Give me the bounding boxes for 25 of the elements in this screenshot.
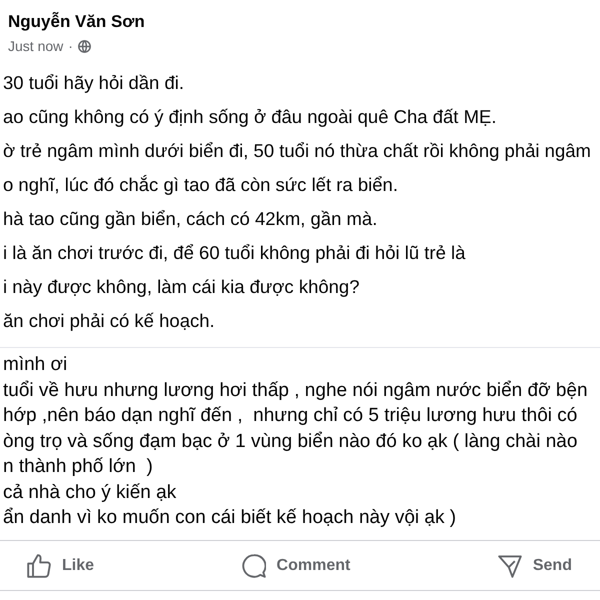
timestamp[interactable]: Just now xyxy=(8,36,64,56)
quoted-text-line: n thành phố lớn ) xyxy=(3,455,153,479)
globe-icon xyxy=(78,40,91,52)
post-text-line: ao cũng không có ý định sống ở đâu ngoài quê Cha đất MẸ. xyxy=(3,105,496,129)
author-name[interactable]: Nguyễn Văn Sơn xyxy=(8,10,145,34)
post-text-line: o nghĩ, lúc đó chắc gì tao đã còn sức lết ra biển. xyxy=(3,173,398,197)
comment-button[interactable]: Comment xyxy=(242,554,350,578)
post-text-line: i là ăn chơi trước đi, để 60 tuổi không phải đi hỏi lũ trẻ là xyxy=(3,241,466,265)
post-text-line: ờ trẻ ngâm mình dưới biển đi, 50 tuổi nó thừa chất rồi không phải ngâm xyxy=(3,139,591,163)
post-text-line: hà tao cũng gần biển, cách có 42km, gần mà. xyxy=(3,207,378,231)
quoted-text-line: mình ơi xyxy=(3,353,68,377)
quoted-text-line: hớp ,nên báo dạn nghĩ đến , nhưng chỉ có 5 triệu lương hưu thôi có xyxy=(3,404,578,428)
send-icon xyxy=(498,554,522,578)
quoted-text-line: ẩn danh vì ko muốn con cái biết kế hoạch này vội ạk ) xyxy=(3,506,456,530)
quoted-text-line: tuổi về hưu nhưng lương hơi thấp , nghe nói ngâm nước biển đỡ bện xyxy=(3,378,588,402)
dot-separator: · xyxy=(68,37,73,56)
send-button[interactable]: Send xyxy=(498,554,572,578)
like-button[interactable]: Like xyxy=(27,554,94,578)
quoted-text-line: cả nhà cho ý kiến ạk xyxy=(3,480,176,504)
post-text-line: ăn chơi phải có kế hoạch. xyxy=(3,309,215,333)
post-text-line: i này được không, làm cái kia được không? xyxy=(3,275,360,299)
thumbs-up-icon xyxy=(27,554,51,578)
post-text-line: 30 tuổi hãy hỏi dần đi. xyxy=(3,71,184,95)
quoted-text-line: òng trọ và sống đạm bạc ở 1 vùng biển nào đó ko ạk ( làng chài nào xyxy=(3,430,578,454)
speech-bubble-icon xyxy=(242,554,266,578)
